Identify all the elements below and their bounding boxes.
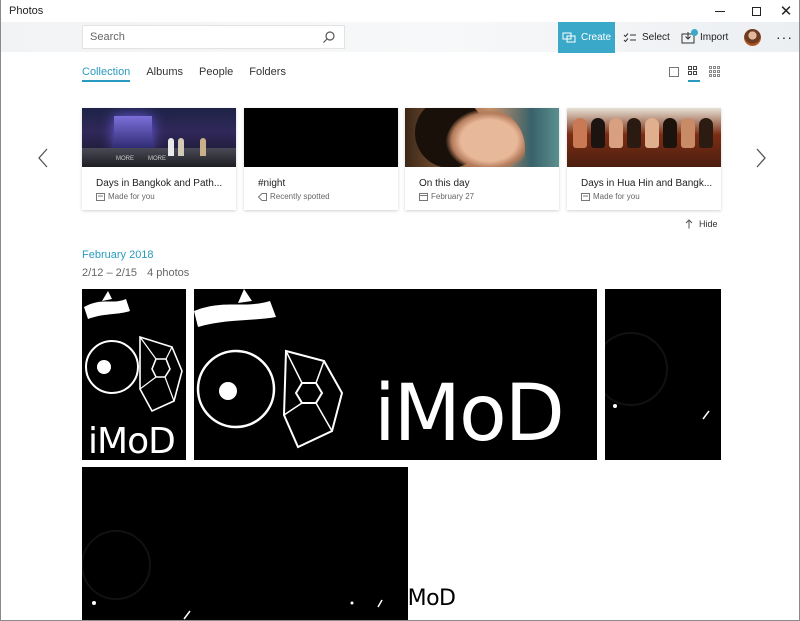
card-title: Days in Hua Hin and Bangk...: [581, 178, 713, 189]
photo-artwork: [605, 332, 710, 420]
minimize-icon: [715, 10, 725, 12]
tab-people[interactable]: People: [199, 65, 233, 85]
hide-button[interactable]: Hide: [685, 219, 718, 229]
medium-grid-icon[interactable]: [688, 66, 700, 82]
carousel-prev-icon[interactable]: [37, 148, 49, 168]
hide-label: Hide: [699, 219, 718, 229]
card-subtitle: Made for you: [96, 192, 155, 201]
tab-folders[interactable]: Folders: [249, 65, 286, 85]
photos-window: Photos ✕ Create Select: [0, 0, 800, 621]
date-range-text: 2/12 – 2/15: [82, 267, 138, 279]
photo-logo-text: iMoD: [374, 369, 565, 459]
app-title: Photos: [9, 5, 44, 17]
create-icon: [562, 32, 576, 42]
photo-tile[interactable]: iMoD: [82, 289, 186, 460]
overlay-logo-text: iMoD: [402, 586, 456, 611]
card-thumbnail: [567, 108, 721, 167]
calendar-icon: [419, 192, 428, 201]
thumb-sign-text: MORE: [116, 156, 134, 162]
carousel-next-icon[interactable]: [755, 148, 767, 168]
search-input[interactable]: [90, 31, 310, 43]
card-subtitle: February 27: [419, 192, 474, 201]
title-bar: Photos ✕: [1, 0, 799, 22]
thumb-sign-text: MORE: [148, 156, 166, 162]
photo-tile[interactable]: [82, 467, 408, 620]
close-button[interactable]: ✕: [767, 0, 799, 22]
photo-logo-text: iMoD: [88, 421, 176, 460]
card-thumbnail: [405, 108, 559, 167]
tab-collection[interactable]: Collection: [82, 65, 131, 85]
import-badge: [691, 29, 698, 36]
more-options-button[interactable]: ···: [776, 29, 793, 45]
photo-tile[interactable]: iMoD: [194, 289, 597, 460]
photo-artwork: [82, 530, 383, 620]
card-title: Days in Bangkok and Path...: [96, 178, 223, 189]
view-mode-switcher: [669, 66, 721, 82]
maximize-icon: [751, 6, 761, 16]
small-grid-icon[interactable]: [709, 66, 721, 78]
arrow-up-icon: [685, 219, 693, 229]
single-view-icon[interactable]: [669, 67, 679, 77]
minimize-button[interactable]: [701, 0, 739, 22]
card-subtitle-text: Made for you: [593, 192, 640, 201]
album-icon: [581, 192, 590, 201]
import-label: Import: [700, 32, 729, 43]
album-icon: [96, 192, 105, 201]
search-icon[interactable]: [322, 30, 336, 44]
card-thumbnail: MORE MORE: [82, 108, 236, 167]
card-title: #night: [258, 178, 286, 189]
card-on-this-day[interactable]: On this day February 27: [405, 108, 559, 210]
section-date-range: 2/12 – 2/15 4 photos: [82, 267, 189, 279]
tab-albums[interactable]: Albums: [146, 65, 183, 85]
photo-tile[interactable]: [605, 289, 721, 460]
import-button[interactable]: Import: [681, 22, 728, 53]
card-subtitle: Recently spotted: [258, 192, 330, 201]
card-thumbnail: [244, 108, 398, 167]
tag-icon: [258, 192, 267, 201]
card-hua-hin[interactable]: Days in Hua Hin and Bangk... Made for yo…: [567, 108, 721, 210]
card-subtitle-text: Made for you: [108, 192, 155, 201]
section-month-heading[interactable]: February 2018: [82, 249, 154, 261]
select-label: Select: [642, 32, 670, 43]
card-subtitle: Made for you: [581, 192, 640, 201]
avatar[interactable]: [744, 29, 761, 46]
card-subtitle-text: Recently spotted: [270, 192, 330, 201]
card-night[interactable]: #night Recently spotted: [244, 108, 398, 210]
card-title: On this day: [419, 178, 470, 189]
card-bangkok-path[interactable]: MORE MORE Days in Bangkok and Path... Ma…: [82, 108, 236, 210]
nav-tabs: Collection Albums People Folders: [82, 65, 286, 85]
search-box[interactable]: [82, 25, 345, 49]
card-subtitle-text: February 27: [431, 192, 475, 201]
select-button[interactable]: Select: [623, 22, 670, 53]
select-icon: [623, 32, 636, 42]
create-label: Create: [580, 32, 611, 43]
photo-count: 4 photos: [147, 267, 190, 279]
create-button[interactable]: Create: [558, 22, 615, 53]
